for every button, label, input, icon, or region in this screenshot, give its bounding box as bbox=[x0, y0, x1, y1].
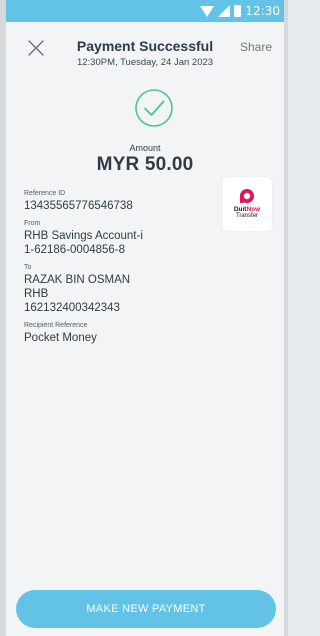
to-label: To bbox=[24, 264, 32, 271]
share-button[interactable]: Share bbox=[240, 40, 272, 54]
recipient-reference-value: Pocket Money bbox=[24, 332, 97, 344]
from-account-number: 1-62186-0004856-8 bbox=[24, 244, 126, 256]
recipient-bank: RHB bbox=[24, 288, 49, 300]
from-account-name: RHB Savings Account-i bbox=[24, 230, 143, 242]
recipient-account-number: 162132400342343 bbox=[24, 302, 120, 314]
signal-icon bbox=[218, 5, 231, 17]
from-label: From bbox=[24, 220, 41, 227]
recipient-reference-label: Recipient Reference bbox=[24, 322, 88, 329]
payment-receipt-screen: 12:30 Payment Successful 12:30PM, Tuesda… bbox=[0, 0, 288, 636]
transaction-datetime: 12:30PM, Tuesday, 24 Jan 2023 bbox=[76, 57, 214, 68]
wifi-icon bbox=[200, 6, 215, 17]
status-time: 12:30 bbox=[245, 4, 280, 18]
amount-label: Amount bbox=[129, 143, 161, 153]
check-circle-icon bbox=[135, 89, 173, 127]
transaction-details: Reference ID 13435565776546738 From RHB … bbox=[24, 189, 244, 345]
recipient-name: RAZAK BIN OSMAN bbox=[24, 274, 131, 286]
battery-icon bbox=[234, 5, 242, 17]
header: Payment Successful 12:30PM, Tuesday, 24 … bbox=[6, 22, 284, 78]
amount-value: MYR 50.00 bbox=[96, 154, 194, 175]
status-bar: 12:30 bbox=[6, 0, 284, 22]
reference-id-value: 13435565776546738 bbox=[24, 200, 133, 212]
make-new-payment-button[interactable]: MAKE NEW PAYMENT bbox=[16, 590, 276, 628]
reference-id-label: Reference ID bbox=[24, 190, 66, 197]
